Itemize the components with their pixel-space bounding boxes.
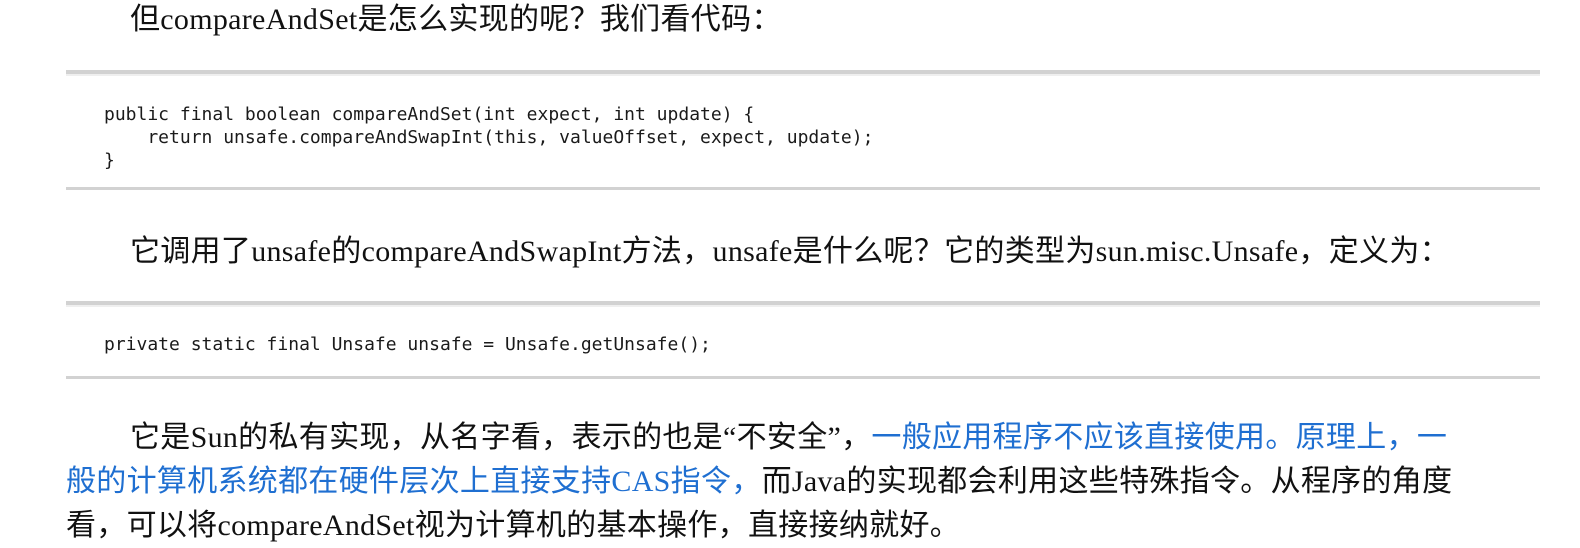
- code-block-unsafe-field: private static final Unsafe unsafe = Uns…: [66, 301, 1540, 379]
- explanation-line-1: 它是Sun的私有实现，从名字看，表示的也是“不安全”，一般应用程序不应该直接使用…: [66, 416, 1532, 460]
- explanation-plain-text: 而Java的实现都会利用这些特殊指令。从程序的角度: [761, 465, 1453, 498]
- explanation-plain-text: 它是Sun的私有实现，从名字看，表示的也是“不安全”，: [130, 421, 872, 454]
- intro-paragraph: 但compareAndSet是怎么实现的呢？我们看代码：: [66, 0, 1580, 42]
- unsafe-text: 它调用了unsafe的compareAndSwapInt方法，unsafe是什么…: [130, 235, 1450, 268]
- highlighted-text: 一般应用程序不应该直接使用。原理上，一: [871, 421, 1448, 454]
- intro-text: 但compareAndSet是怎么实现的呢？我们看代码：: [130, 3, 782, 36]
- explanation-plain-text: 看，可以将compareAndSet视为计算机的基本操作，直接接纳就好。: [66, 509, 961, 542]
- code-line: private static final Unsafe unsafe = Uns…: [104, 334, 711, 355]
- code-line: return unsafe.compareAndSwapInt(this, va…: [104, 127, 874, 148]
- explanation-line-2: 般的计算机系统都在硬件层次上直接支持CAS指令，而Java的实现都会利用这些特殊…: [66, 460, 1532, 504]
- explanation-paragraph: 它是Sun的私有实现，从名字看，表示的也是“不安全”，一般应用程序不应该直接使用…: [66, 416, 1532, 548]
- code-line: }: [104, 150, 115, 171]
- unsafe-paragraph: 它调用了unsafe的compareAndSwapInt方法，unsafe是什么…: [66, 230, 1580, 274]
- highlighted-text: 般的计算机系统都在硬件层次上直接支持CAS指令，: [66, 465, 762, 498]
- code-line: public final boolean compareAndSet(int e…: [104, 104, 755, 125]
- code-block-compare-and-set: public final boolean compareAndSet(int e…: [66, 70, 1540, 190]
- explanation-line-3: 看，可以将compareAndSet视为计算机的基本操作，直接接纳就好。: [66, 504, 1532, 548]
